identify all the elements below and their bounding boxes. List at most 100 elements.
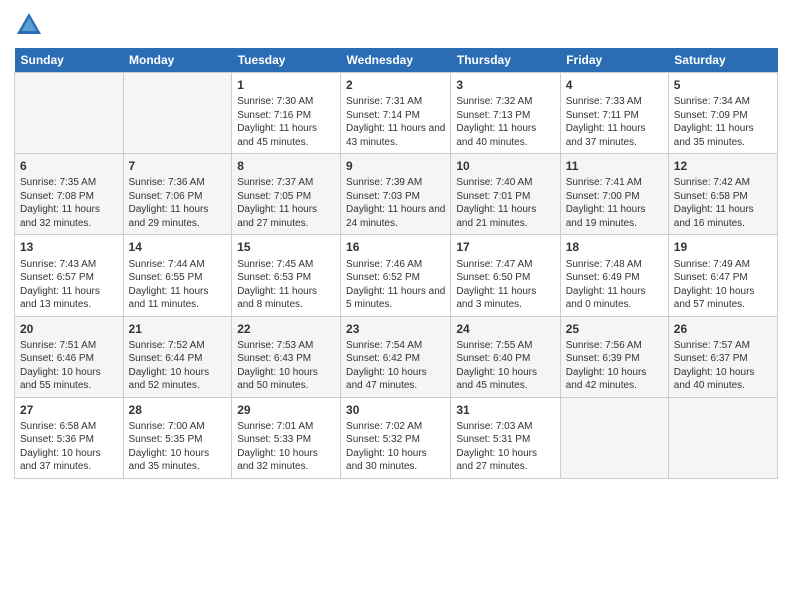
day-number: 3 xyxy=(456,77,554,93)
calendar-table: SundayMondayTuesdayWednesdayThursdayFrid… xyxy=(14,48,778,479)
calendar-cell: 8Sunrise: 7:37 AM Sunset: 7:05 PM Daylig… xyxy=(232,154,341,235)
day-number: 13 xyxy=(20,239,118,255)
day-info: Sunrise: 7:55 AM Sunset: 6:40 PM Dayligh… xyxy=(456,339,554,393)
day-info: Sunrise: 7:46 AM Sunset: 6:52 PM Dayligh… xyxy=(346,258,445,312)
day-number: 19 xyxy=(674,239,772,255)
calendar-cell xyxy=(560,397,668,478)
day-number: 10 xyxy=(456,158,554,174)
day-info: Sunrise: 7:39 AM Sunset: 7:03 PM Dayligh… xyxy=(346,176,445,230)
day-info: Sunrise: 7:53 AM Sunset: 6:43 PM Dayligh… xyxy=(237,339,335,393)
day-info: Sunrise: 7:44 AM Sunset: 6:55 PM Dayligh… xyxy=(129,258,227,312)
calendar-cell: 28 Sunrise: 7:00 AM Sunset: 5:35 PM Dayli… xyxy=(123,397,232,478)
calendar-cell: 1 Sunrise: 7:30 AM Sunset: 7:16 PM Daylig… xyxy=(232,73,341,154)
day-info: Sunrise: 7:03 AM Sunset: 5:31 PM Dayligh… xyxy=(456,420,554,474)
logo xyxy=(14,10,48,40)
weekday-header: Wednesday xyxy=(341,48,451,73)
day-number: 16 xyxy=(346,239,445,255)
day-number: 20 xyxy=(20,321,118,337)
calendar-cell: 25 Sunrise: 7:56 AM Sunset: 6:39 PM Dayli… xyxy=(560,316,668,397)
day-number: 2 xyxy=(346,77,445,93)
weekday-header: Thursday xyxy=(451,48,560,73)
day-info: Sunrise: 7:56 AM Sunset: 6:39 PM Dayligh… xyxy=(566,339,663,393)
calendar-week-row: 20 Sunrise: 7:51 AM Sunset: 6:46 PM Dayli… xyxy=(15,316,778,397)
calendar-cell: 16 Sunrise: 7:46 AM Sunset: 6:52 PM Dayli… xyxy=(341,235,451,316)
day-number: 4 xyxy=(566,77,663,93)
day-number: 27 xyxy=(20,402,118,418)
calendar-cell xyxy=(123,73,232,154)
day-info: Sunrise: 7:31 AM Sunset: 7:14 PM Dayligh… xyxy=(346,95,445,149)
day-number: 12 xyxy=(674,158,772,174)
day-info: Sunrise: 7:47 AM Sunset: 6:50 PM Dayligh… xyxy=(456,258,554,312)
day-info: Sunrise: 7:52 AM Sunset: 6:44 PM Dayligh… xyxy=(129,339,227,393)
day-number: 1 xyxy=(237,77,335,93)
day-info: Sunrise: 7:57 AM Sunset: 6:37 PM Dayligh… xyxy=(674,339,772,393)
calendar-cell: 19 Sunrise: 7:49 AM Sunset: 6:47 PM Dayli… xyxy=(668,235,777,316)
day-number: 11 xyxy=(566,158,663,174)
weekday-header: Sunday xyxy=(15,48,124,73)
day-number: 6 xyxy=(20,158,118,174)
weekday-header: Friday xyxy=(560,48,668,73)
calendar-cell: 24 Sunrise: 7:55 AM Sunset: 6:40 PM Dayli… xyxy=(451,316,560,397)
day-info: Sunrise: 7:42 AM Sunset: 6:58 PM Dayligh… xyxy=(674,176,772,230)
logo-icon xyxy=(14,10,44,40)
weekday-header: Saturday xyxy=(668,48,777,73)
day-number: 21 xyxy=(129,321,227,337)
calendar-cell: 18 Sunrise: 7:48 AM Sunset: 6:49 PM Dayli… xyxy=(560,235,668,316)
calendar-cell: 4 Sunrise: 7:33 AM Sunset: 7:11 PM Daylig… xyxy=(560,73,668,154)
day-info: Sunrise: 7:40 AM Sunset: 7:01 PM Dayligh… xyxy=(456,176,554,230)
calendar-cell xyxy=(15,73,124,154)
day-number: 31 xyxy=(456,402,554,418)
day-number: 15 xyxy=(237,239,335,255)
day-info: Sunrise: 7:34 AM Sunset: 7:09 PM Dayligh… xyxy=(674,95,772,149)
calendar-cell: 7Sunrise: 7:36 AM Sunset: 7:06 PM Daylig… xyxy=(123,154,232,235)
day-info: Sunrise: 7:37 AM Sunset: 7:05 PM Dayligh… xyxy=(237,176,335,230)
calendar-cell: 12 Sunrise: 7:42 AM Sunset: 6:58 PM Dayli… xyxy=(668,154,777,235)
day-number: 28 xyxy=(129,402,227,418)
header xyxy=(14,10,778,40)
day-info: Sunrise: 7:02 AM Sunset: 5:32 PM Dayligh… xyxy=(346,420,445,474)
day-info: Sunrise: 7:49 AM Sunset: 6:47 PM Dayligh… xyxy=(674,258,772,312)
calendar-cell: 2 Sunrise: 7:31 AM Sunset: 7:14 PM Daylig… xyxy=(341,73,451,154)
day-info: Sunrise: 7:00 AM Sunset: 5:35 PM Dayligh… xyxy=(129,420,227,474)
calendar-cell: 31 Sunrise: 7:03 AM Sunset: 5:31 PM Dayli… xyxy=(451,397,560,478)
weekday-header: Monday xyxy=(123,48,232,73)
calendar-cell: 5 Sunrise: 7:34 AM Sunset: 7:09 PM Daylig… xyxy=(668,73,777,154)
day-number: 22 xyxy=(237,321,335,337)
calendar-cell: 14Sunrise: 7:44 AM Sunset: 6:55 PM Dayli… xyxy=(123,235,232,316)
calendar-cell: 15Sunrise: 7:45 AM Sunset: 6:53 PM Dayli… xyxy=(232,235,341,316)
page-container: SundayMondayTuesdayWednesdayThursdayFrid… xyxy=(0,0,792,489)
day-number: 17 xyxy=(456,239,554,255)
day-number: 24 xyxy=(456,321,554,337)
calendar-cell: 6 Sunrise: 7:35 AM Sunset: 7:08 PM Daylig… xyxy=(15,154,124,235)
day-info: Sunrise: 7:32 AM Sunset: 7:13 PM Dayligh… xyxy=(456,95,554,149)
day-info: Sunrise: 7:33 AM Sunset: 7:11 PM Dayligh… xyxy=(566,95,663,149)
day-info: Sunrise: 7:36 AM Sunset: 7:06 PM Dayligh… xyxy=(129,176,227,230)
day-number: 25 xyxy=(566,321,663,337)
day-info: Sunrise: 7:41 AM Sunset: 7:00 PM Dayligh… xyxy=(566,176,663,230)
calendar-cell: 9Sunrise: 7:39 AM Sunset: 7:03 PM Daylig… xyxy=(341,154,451,235)
day-number: 18 xyxy=(566,239,663,255)
calendar-cell: 11 Sunrise: 7:41 AM Sunset: 7:00 PM Dayli… xyxy=(560,154,668,235)
calendar-cell: 20 Sunrise: 7:51 AM Sunset: 6:46 PM Dayli… xyxy=(15,316,124,397)
day-info: Sunrise: 7:01 AM Sunset: 5:33 PM Dayligh… xyxy=(237,420,335,474)
header-row: SundayMondayTuesdayWednesdayThursdayFrid… xyxy=(15,48,778,73)
day-number: 5 xyxy=(674,77,772,93)
calendar-cell: 30 Sunrise: 7:02 AM Sunset: 5:32 PM Dayli… xyxy=(341,397,451,478)
calendar-cell: 22 Sunrise: 7:53 AM Sunset: 6:43 PM Dayli… xyxy=(232,316,341,397)
day-info: Sunrise: 7:43 AM Sunset: 6:57 PM Dayligh… xyxy=(20,258,118,312)
day-number: 30 xyxy=(346,402,445,418)
day-info: Sunrise: 6:58 AM Sunset: 5:36 PM Dayligh… xyxy=(20,420,118,474)
weekday-header: Tuesday xyxy=(232,48,341,73)
calendar-cell xyxy=(668,397,777,478)
calendar-week-row: 1 Sunrise: 7:30 AM Sunset: 7:16 PM Daylig… xyxy=(15,73,778,154)
calendar-week-row: 6 Sunrise: 7:35 AM Sunset: 7:08 PM Daylig… xyxy=(15,154,778,235)
day-info: Sunrise: 7:30 AM Sunset: 7:16 PM Dayligh… xyxy=(237,95,335,149)
calendar-cell: 21 Sunrise: 7:52 AM Sunset: 6:44 PM Dayli… xyxy=(123,316,232,397)
calendar-cell: 17 Sunrise: 7:47 AM Sunset: 6:50 PM Dayli… xyxy=(451,235,560,316)
day-number: 29 xyxy=(237,402,335,418)
calendar-cell: 27 Sunrise: 6:58 AM Sunset: 5:36 PM Dayli… xyxy=(15,397,124,478)
calendar-cell: 13 Sunrise: 7:43 AM Sunset: 6:57 PM Dayli… xyxy=(15,235,124,316)
day-info: Sunrise: 7:35 AM Sunset: 7:08 PM Dayligh… xyxy=(20,176,118,230)
day-info: Sunrise: 7:48 AM Sunset: 6:49 PM Dayligh… xyxy=(566,258,663,312)
day-info: Sunrise: 7:51 AM Sunset: 6:46 PM Dayligh… xyxy=(20,339,118,393)
